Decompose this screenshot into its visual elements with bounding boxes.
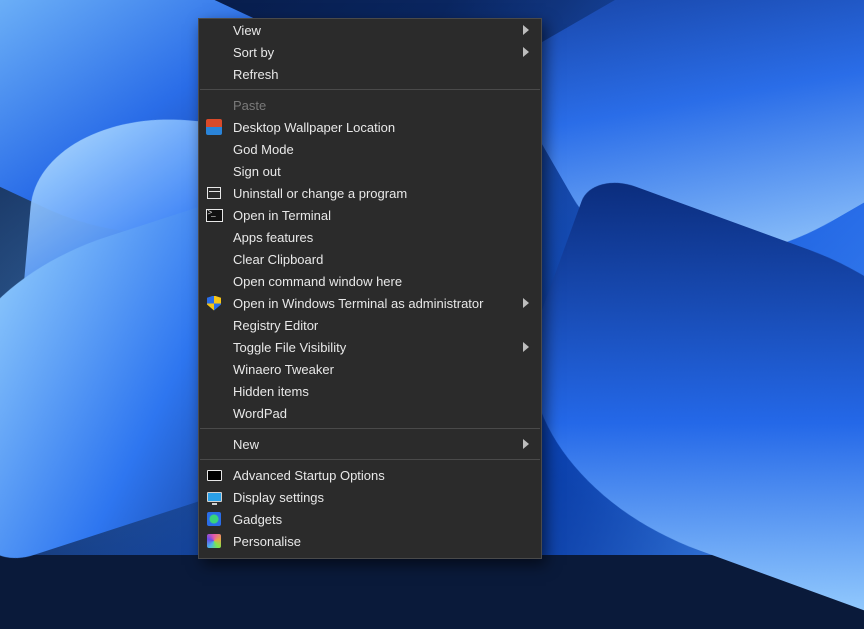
menu-item-registry-editor[interactable]: Registry Editor — [199, 314, 541, 336]
gadgets-icon — [205, 511, 223, 527]
menu-item-personalise[interactable]: Personalise — [199, 530, 541, 552]
menu-item-label: Sort by — [233, 45, 521, 60]
menu-item-label: Open command window here — [233, 274, 531, 289]
menu-item-label: Gadgets — [233, 512, 531, 527]
menu-item-sign-out[interactable]: Sign out — [199, 160, 541, 182]
menu-item-clear-clipboard[interactable]: Clear Clipboard — [199, 248, 541, 270]
menu-item-label: Desktop Wallpaper Location — [233, 120, 531, 135]
menu-separator — [200, 459, 540, 460]
menu-item-god-mode[interactable]: God Mode — [199, 138, 541, 160]
blank-icon — [205, 251, 223, 267]
menu-item-paste: Paste — [199, 94, 541, 116]
menu-item-hidden-items[interactable]: Hidden items — [199, 380, 541, 402]
menu-item-label: Paste — [233, 98, 531, 113]
menu-item-view[interactable]: View — [199, 19, 541, 41]
terminal-icon — [205, 207, 223, 223]
blank-icon — [205, 339, 223, 355]
blank-icon — [205, 66, 223, 82]
blank-icon — [205, 273, 223, 289]
chevron-right-icon — [521, 342, 531, 352]
menu-item-gadgets[interactable]: Gadgets — [199, 508, 541, 530]
menu-item-desktop-wallpaper-location[interactable]: Desktop Wallpaper Location — [199, 116, 541, 138]
menu-item-label: View — [233, 23, 521, 38]
chevron-right-icon — [521, 298, 531, 308]
blank-icon — [205, 163, 223, 179]
menu-item-label: Apps features — [233, 230, 531, 245]
blank-icon — [205, 97, 223, 113]
menu-item-label: Open in Windows Terminal as administrato… — [233, 296, 521, 311]
chevron-right-icon — [521, 47, 531, 57]
menu-item-label: Winaero Tweaker — [233, 362, 531, 377]
blank-icon — [205, 361, 223, 377]
blank-icon — [205, 229, 223, 245]
chevron-right-icon — [521, 25, 531, 35]
blank-icon — [205, 436, 223, 452]
menu-item-refresh[interactable]: Refresh — [199, 63, 541, 85]
menu-item-winaero-tweaker[interactable]: Winaero Tweaker — [199, 358, 541, 380]
menu-item-wordpad[interactable]: WordPad — [199, 402, 541, 424]
menu-item-label: New — [233, 437, 521, 452]
menu-item-label: Toggle File Visibility — [233, 340, 521, 355]
menu-item-label: Registry Editor — [233, 318, 531, 333]
wallpaper-icon — [205, 119, 223, 135]
menu-item-label: Clear Clipboard — [233, 252, 531, 267]
menu-item-label: WordPad — [233, 406, 531, 421]
menu-item-open-terminal-admin[interactable]: Open in Windows Terminal as administrato… — [199, 292, 541, 314]
menu-item-open-command-window[interactable]: Open command window here — [199, 270, 541, 292]
menu-item-label: Hidden items — [233, 384, 531, 399]
menu-item-open-in-terminal[interactable]: Open in Terminal — [199, 204, 541, 226]
personalise-icon — [205, 533, 223, 549]
menu-item-sort-by[interactable]: Sort by — [199, 41, 541, 63]
blank-icon — [205, 22, 223, 38]
menu-separator — [200, 428, 540, 429]
menu-item-display-settings[interactable]: Display settings — [199, 486, 541, 508]
startup-icon — [205, 467, 223, 483]
blank-icon — [205, 141, 223, 157]
menu-item-label: Advanced Startup Options — [233, 468, 531, 483]
blank-icon — [205, 383, 223, 399]
menu-item-label: Uninstall or change a program — [233, 186, 531, 201]
menu-separator — [200, 89, 540, 90]
menu-item-label: Refresh — [233, 67, 531, 82]
menu-item-label: Open in Terminal — [233, 208, 531, 223]
menu-item-toggle-file-visibility[interactable]: Toggle File Visibility — [199, 336, 541, 358]
blank-icon — [205, 44, 223, 60]
blank-icon — [205, 405, 223, 421]
menu-item-label: Sign out — [233, 164, 531, 179]
blank-icon — [205, 317, 223, 333]
menu-item-new[interactable]: New — [199, 433, 541, 455]
desktop-context-menu: View Sort by Refresh Paste Desktop Wallp… — [198, 18, 542, 559]
chevron-right-icon — [521, 439, 531, 449]
menu-item-advanced-startup[interactable]: Advanced Startup Options — [199, 464, 541, 486]
menu-item-label: Display settings — [233, 490, 531, 505]
menu-item-label: Personalise — [233, 534, 531, 549]
menu-item-label: God Mode — [233, 142, 531, 157]
menu-item-uninstall-program[interactable]: Uninstall or change a program — [199, 182, 541, 204]
menu-item-apps-features[interactable]: Apps features — [199, 226, 541, 248]
shield-icon — [205, 295, 223, 311]
programs-icon — [205, 185, 223, 201]
display-icon — [205, 489, 223, 505]
